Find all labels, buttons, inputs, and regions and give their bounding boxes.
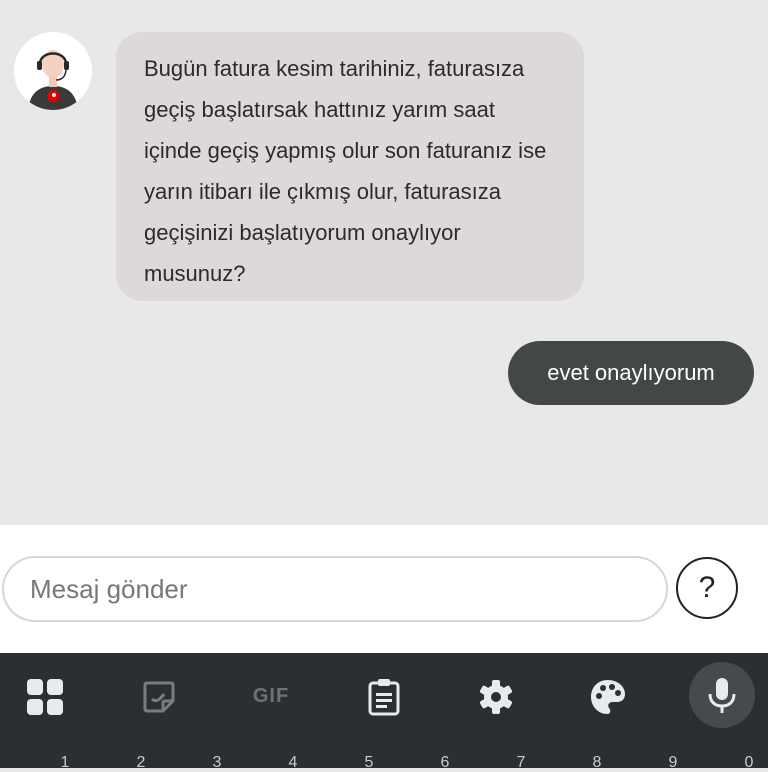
key-4[interactable]: 4 bbox=[283, 754, 303, 772]
settings-button[interactable] bbox=[461, 653, 531, 740]
palette-icon bbox=[591, 679, 625, 714]
key-0[interactable]: 0 bbox=[739, 754, 759, 772]
user-message-text: evet onaylıyorum bbox=[547, 360, 715, 385]
key-6[interactable]: 6 bbox=[435, 754, 455, 772]
help-question-icon: ? bbox=[698, 571, 716, 604]
agent-message-text: Bugün fatura kesim tarihiniz, faturasıza… bbox=[144, 56, 547, 286]
key-7[interactable]: 7 bbox=[511, 754, 531, 772]
apps-grid-icon bbox=[27, 678, 63, 715]
sticker-button[interactable] bbox=[124, 653, 194, 740]
keyboard-toolbar: GIF bbox=[0, 653, 768, 740]
clipboard-button[interactable] bbox=[349, 653, 419, 740]
key-9[interactable]: 9 bbox=[663, 754, 683, 772]
message-composer: ? bbox=[0, 525, 768, 653]
message-input[interactable] bbox=[2, 556, 668, 622]
apps-grid-button[interactable] bbox=[10, 653, 80, 740]
sticker-icon bbox=[143, 681, 175, 712]
key-1[interactable]: 1 bbox=[55, 754, 75, 772]
voice-input-button[interactable] bbox=[689, 662, 755, 728]
settings-gear-icon bbox=[480, 679, 512, 714]
gif-label: GIF bbox=[252, 685, 290, 707]
theme-button[interactable] bbox=[573, 653, 643, 740]
help-button[interactable]: ? bbox=[676, 557, 738, 619]
clipboard-icon bbox=[368, 678, 400, 715]
agent-avatar-icon bbox=[14, 32, 92, 110]
key-2[interactable]: 2 bbox=[131, 754, 151, 772]
keyboard-number-row: 1 2 3 4 5 6 7 8 9 0 bbox=[0, 740, 768, 771]
key-5[interactable]: 5 bbox=[359, 754, 379, 772]
user-message-bubble: evet onaylıyorum bbox=[508, 341, 754, 405]
agent-message-bubble: Bugün fatura kesim tarihiniz, faturasıza… bbox=[116, 32, 584, 301]
agent-avatar bbox=[14, 32, 92, 110]
gif-button[interactable]: GIF bbox=[236, 653, 306, 740]
key-3[interactable]: 3 bbox=[207, 754, 227, 772]
key-8[interactable]: 8 bbox=[587, 754, 607, 772]
microphone-icon bbox=[708, 678, 736, 713]
chat-area: Bugün fatura kesim tarihiniz, faturasıza… bbox=[0, 0, 768, 525]
